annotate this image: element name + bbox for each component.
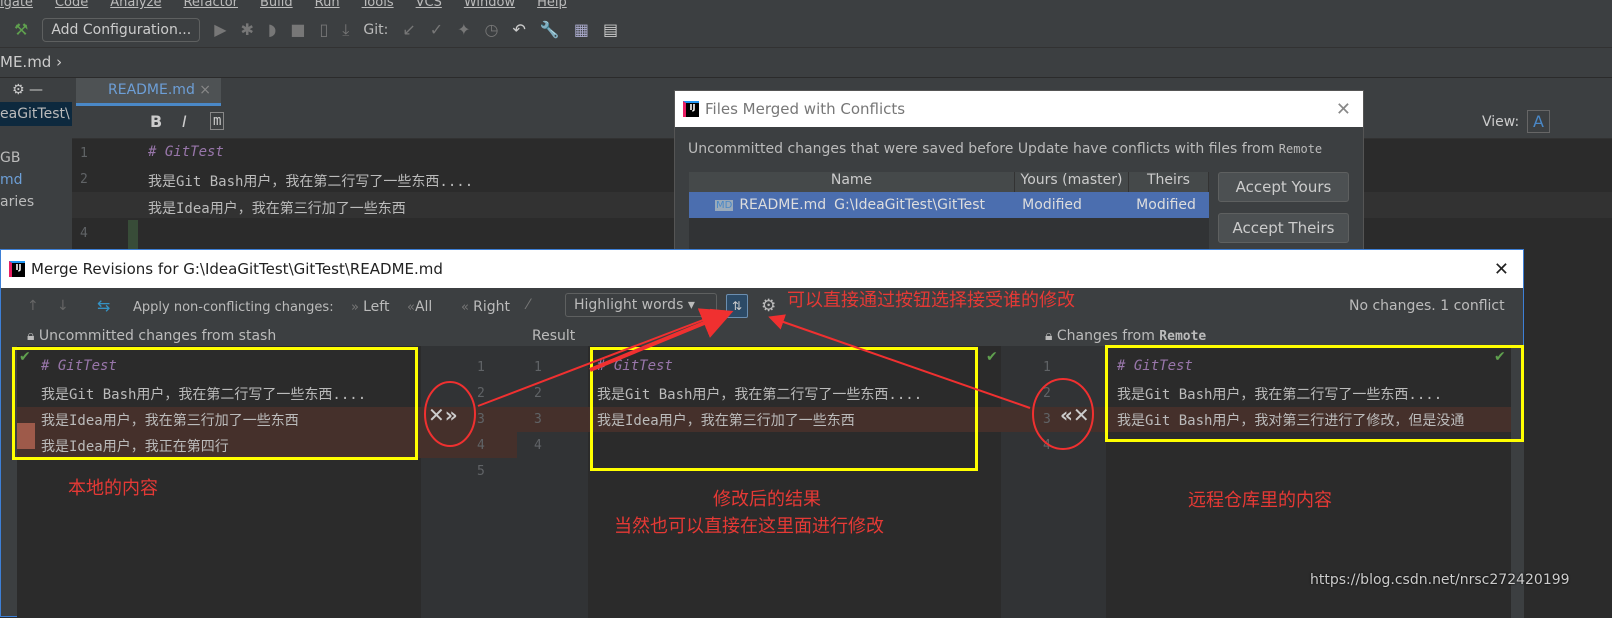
annotation-arrow: [589, 308, 734, 372]
annotation-note: 修改后的结果: [713, 489, 821, 510]
annotation-arrow: [477, 308, 728, 407]
annotation-note: 当然也可以直接在这里面进行修改: [614, 516, 884, 537]
annotation-note: 本地的内容: [68, 478, 158, 499]
watermark: https://blog.csdn.net/nrsc272420199: [1310, 572, 1570, 588]
annotation-arrow: [768, 314, 1031, 409]
annotation-note: 远程仓库里的内容: [1188, 490, 1332, 511]
annotation-circle: [1032, 378, 1094, 450]
annotation-note: 可以直接通过按钮选择接受谁的修改: [787, 290, 1075, 311]
annotation-circle: [424, 381, 476, 447]
